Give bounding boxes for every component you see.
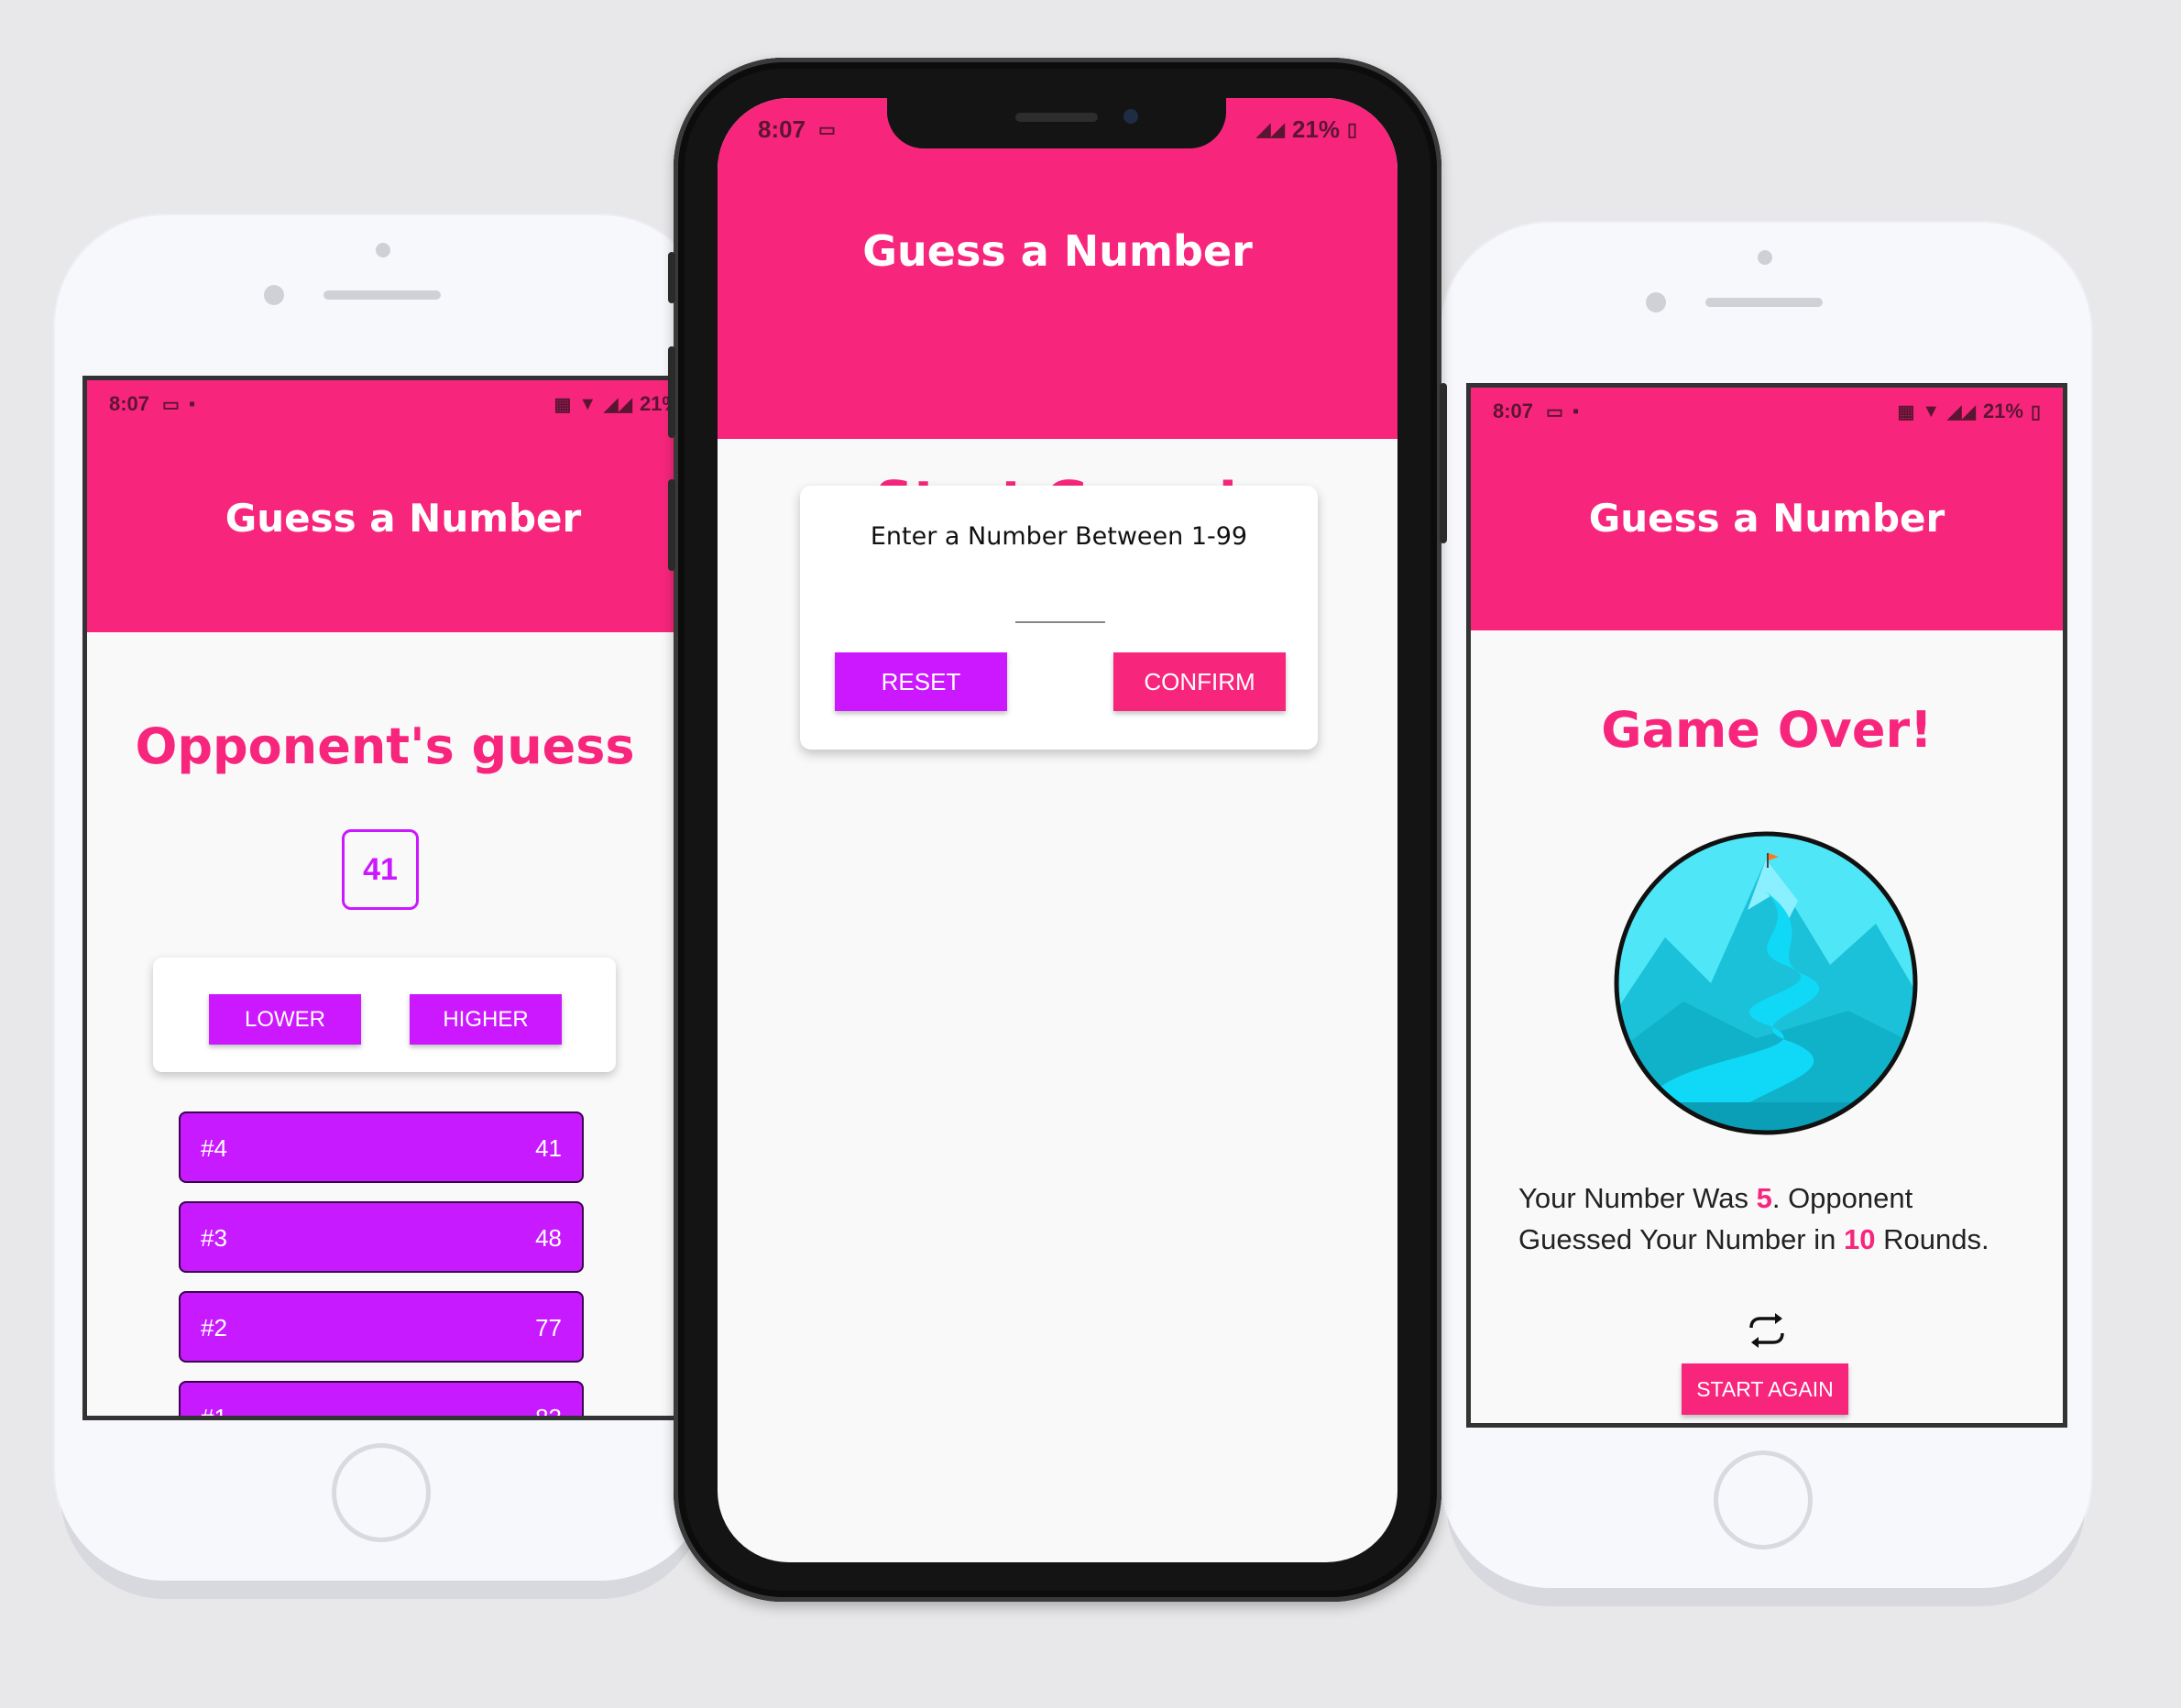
app-header: 8:07 ▭ ▪ ▦ ▼ ◢◢ 21% ▯ Guess a Number <box>87 380 719 632</box>
guess-value: 48 <box>535 1224 562 1252</box>
higher-button[interactable]: HIGHER <box>410 994 562 1045</box>
home-button[interactable] <box>332 1443 431 1542</box>
laptop-icon: ▭ <box>818 119 836 140</box>
summary-text-3: Rounds. <box>1875 1223 1989 1255</box>
status-time: 8:07 <box>109 392 150 415</box>
power-button <box>1440 383 1447 543</box>
guess-value: 77 <box>535 1314 562 1341</box>
guess-round: #4 <box>201 1134 227 1162</box>
user-number: 5 <box>1756 1182 1772 1214</box>
volume-down-button <box>668 479 675 571</box>
game-screen: 8:07 ▭ ▪ ▦ ▼ ◢◢ 21% ▯ Guess a Number Opp… <box>82 376 719 1420</box>
status-bar: 8:07 ▭ ▪ ▦ ▼ ◢◢ 21% ▯ <box>1471 388 2063 435</box>
guess-value: 41 <box>535 1134 562 1162</box>
summary-text-1: Your Number Was <box>1518 1182 1757 1214</box>
signal-icon: ◢◢ <box>1256 119 1285 140</box>
earpiece-speaker <box>323 290 441 300</box>
guess-round: #2 <box>201 1314 227 1341</box>
guess-list-item: #4 41 <box>179 1111 584 1183</box>
guess-list-item: #1 83 <box>179 1381 584 1420</box>
proximity-sensor <box>264 285 284 305</box>
guess-value: 83 <box>535 1404 562 1420</box>
battery-icon: ▯ <box>2030 401 2041 422</box>
reset-button[interactable]: RESET <box>835 652 1007 711</box>
notch-speaker <box>1015 113 1098 122</box>
signal-icon: ◢◢ <box>1947 401 1976 422</box>
wifi-icon: ▼ <box>578 393 597 414</box>
proximity-sensor <box>1646 292 1666 312</box>
right-phone-frame: 8:07 ▭ ▪ ▦ ▼ ◢◢ 21% ▯ Guess a Number Gam… <box>1441 223 2091 1588</box>
guess-list-item: #2 77 <box>179 1291 584 1363</box>
image-icon: ▪ <box>1572 400 1580 422</box>
guess-round: #1 <box>201 1404 227 1420</box>
image-icon: ▪ <box>188 393 196 414</box>
game-over-heading: Game Over! <box>1601 701 1933 759</box>
app-title: Guess a Number <box>1588 496 1945 541</box>
volte-icon: ▦ <box>553 394 572 415</box>
battery-icon: ▯ <box>1346 119 1357 140</box>
home-button[interactable] <box>1714 1451 1813 1549</box>
start-again-button[interactable]: START AGAIN <box>1682 1363 1848 1415</box>
volume-up-button <box>668 346 675 438</box>
current-guess-box: 41 <box>342 829 419 910</box>
earpiece-speaker <box>1705 298 1823 307</box>
wifi-icon: ▼ <box>1922 400 1941 422</box>
rounds-count: 10 <box>1844 1223 1876 1255</box>
status-time: 8:07 <box>1493 400 1534 422</box>
start-game-screen: 8:07 ▭ ◢◢ 21% ▯ Guess a Number Start Gam… <box>718 98 1397 1562</box>
input-prompt: Enter a Number Between 1-99 <box>870 522 1248 551</box>
app-title: Guess a Number <box>225 496 582 541</box>
current-guess-value: 41 <box>363 852 398 887</box>
front-camera <box>1758 250 1772 265</box>
side-button <box>668 252 675 303</box>
game-over-screen: 8:07 ▭ ▪ ▦ ▼ ◢◢ 21% ▯ Guess a Number Gam… <box>1466 383 2067 1428</box>
battery-percent: 21% <box>1982 400 2023 422</box>
guess-list-item: #3 48 <box>179 1201 584 1273</box>
status-bar: 8:07 ▭ ▪ ▦ ▼ ◢◢ 21% ▯ <box>87 380 719 428</box>
laptop-icon: ▭ <box>1546 401 1563 422</box>
app-header: 8:07 ▭ ▪ ▦ ▼ ◢◢ 21% ▯ Guess a Number <box>1471 388 2063 630</box>
center-phone-frame: 8:07 ▭ ◢◢ 21% ▯ Guess a Number Start Gam… <box>668 58 1447 1602</box>
number-input[interactable] <box>1015 581 1105 623</box>
battery-percent: 21% <box>1291 115 1340 143</box>
volte-icon: ▦ <box>1897 401 1915 422</box>
front-camera <box>376 243 390 257</box>
lower-button[interactable]: LOWER <box>209 994 361 1045</box>
signal-icon: ◢◢ <box>604 394 632 415</box>
display-notch <box>887 98 1226 148</box>
guess-round: #3 <box>201 1224 227 1252</box>
repeat-icon[interactable] <box>1746 1311 1788 1350</box>
notch-camera <box>1123 109 1138 124</box>
summit-image <box>1614 831 1918 1135</box>
app-header: 8:07 ▭ ◢◢ 21% ▯ Guess a Number <box>718 98 1397 439</box>
app-title: Guess a Number <box>862 226 1253 276</box>
opponent-guess-heading: Opponent's guess <box>135 717 635 775</box>
status-time: 8:07 <box>758 115 806 143</box>
left-phone-frame: 8:07 ▭ ▪ ▦ ▼ ◢◢ 21% ▯ Guess a Number Opp… <box>55 215 719 1581</box>
number-input-card: Enter a Number Between 1-99 RESET CONFIR… <box>800 486 1318 750</box>
confirm-button[interactable]: CONFIRM <box>1113 652 1286 711</box>
laptop-icon: ▭ <box>162 394 180 415</box>
result-summary: Your Number Was 5. Opponent Guessed Your… <box>1518 1177 2032 1260</box>
